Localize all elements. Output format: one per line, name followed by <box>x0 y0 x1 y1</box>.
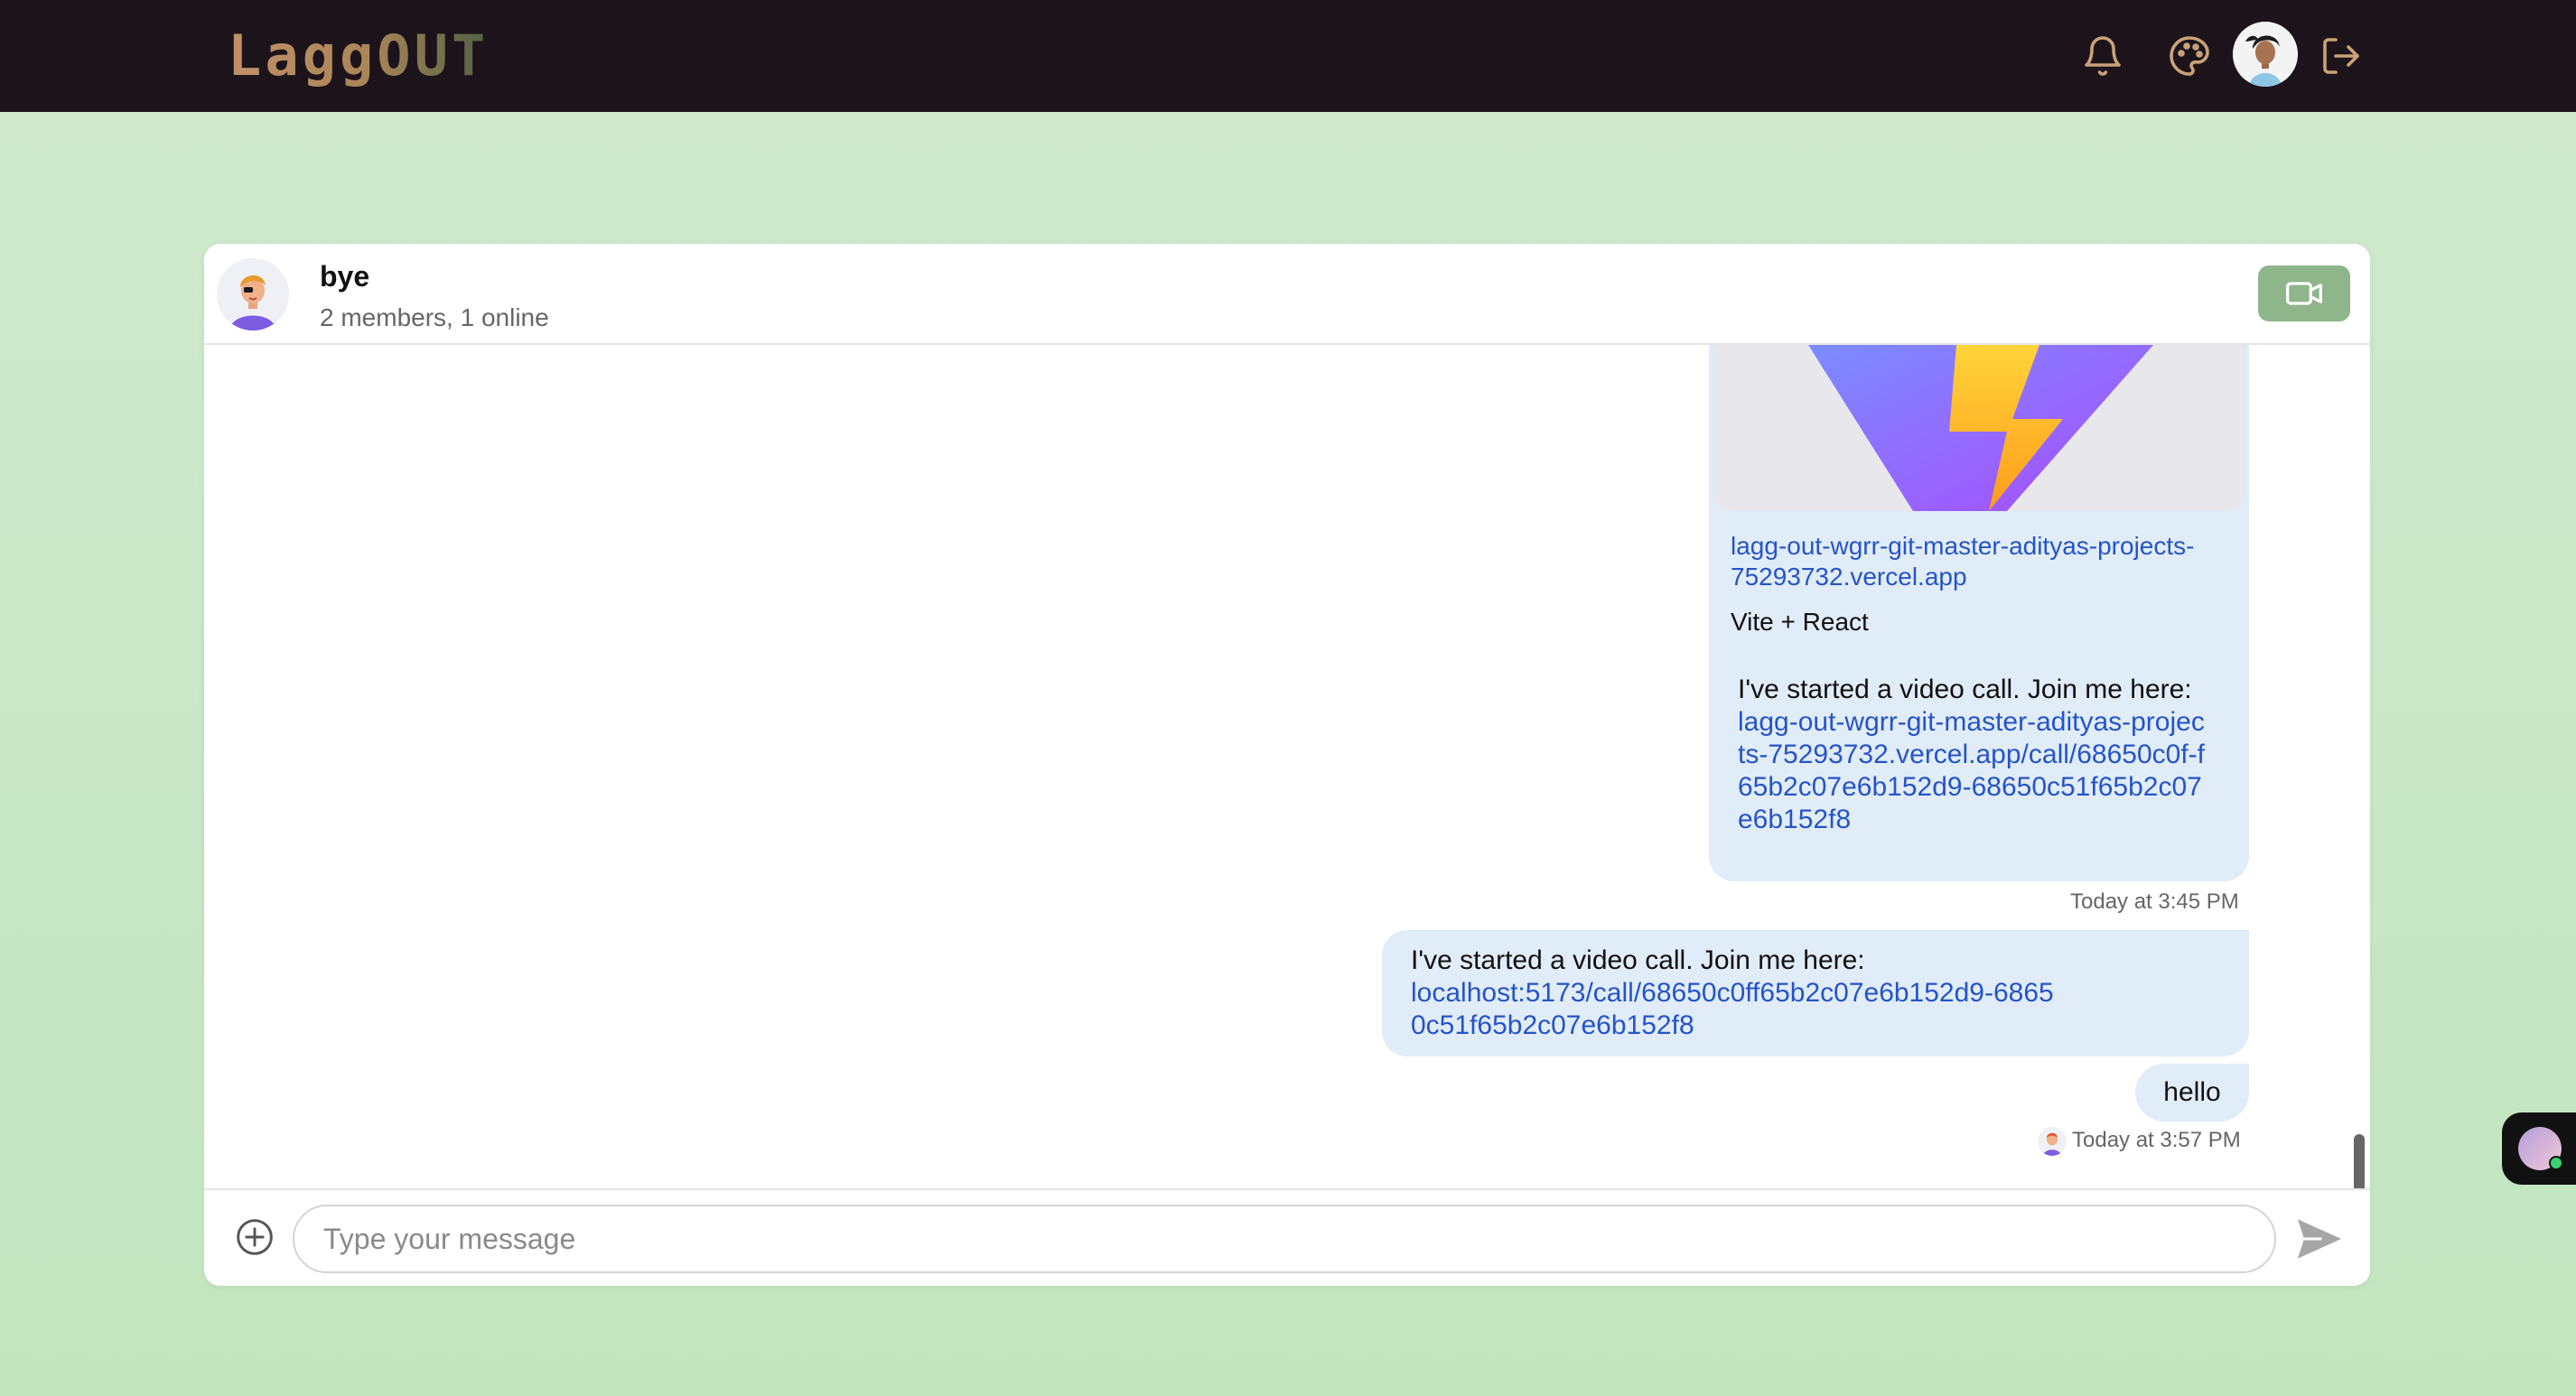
video-call-link[interactable]: lagg-out-wgrr-git-master-adityas-project… <box>1738 706 2207 836</box>
floating-chat-widget[interactable] <box>2502 1112 2576 1185</box>
message-text: hello <box>2163 1077 2221 1107</box>
video-call-link[interactable]: localhost:5173/call/68650c0ff65b2c07e6b1… <box>1411 977 2061 1042</box>
chat-header: bye 2 members, 1 online <box>204 244 2370 345</box>
link-preview-site: Vite + React <box>1731 608 1869 636</box>
send-button[interactable] <box>2291 1210 2348 1268</box>
online-status-dot <box>2549 1156 2563 1170</box>
message-input[interactable] <box>293 1205 2276 1273</box>
sender-avatar <box>2038 1127 2067 1156</box>
message-composer <box>204 1188 2370 1286</box>
message-timestamp: Today at 3:57 PM <box>2072 1128 2241 1152</box>
message-timestamp: Today at 3:45 PM <box>2070 889 2239 914</box>
user-avatar[interactable] <box>2233 22 2298 87</box>
chat-window: bye 2 members, 1 online lagg-out-wgrr-gi… <box>204 244 2370 1286</box>
message-bubble-call: I've started a video call. Join me here:… <box>1382 930 2249 1056</box>
palette-icon[interactable] <box>2161 27 2218 85</box>
logout-icon[interactable] <box>2312 27 2370 85</box>
chat-member-status: 2 members, 1 online <box>320 303 549 331</box>
message-bubble-preview: lagg-out-wgrr-git-master-adityas-project… <box>1709 345 2249 881</box>
vite-logo-icon <box>1808 345 2153 511</box>
video-call-button[interactable] <box>2258 265 2350 321</box>
message-bubble-hello: hello <box>2135 1064 2249 1121</box>
channel-avatar <box>217 258 289 330</box>
app-logo[interactable]: LaggOUT <box>228 20 489 92</box>
video-camera-icon <box>2286 282 2322 305</box>
plus-circle-icon <box>237 1219 273 1255</box>
chat-title: bye <box>320 260 370 293</box>
link-preview-image[interactable] <box>1713 345 2245 511</box>
link-preview-title[interactable]: lagg-out-wgrr-git-master-adityas-project… <box>1731 531 2218 592</box>
send-icon <box>2297 1219 2342 1259</box>
top-nav-bar: LaggOUT <box>0 0 2576 112</box>
video-call-text: I've started a video call. Join me here: <box>1738 675 2192 704</box>
bell-icon[interactable] <box>2074 27 2132 85</box>
video-call-text: I've started a video call. Join me here: <box>1411 945 1865 975</box>
attach-button[interactable] <box>233 1215 276 1259</box>
message-list[interactable]: lagg-out-wgrr-git-master-adityas-project… <box>204 345 2370 1286</box>
